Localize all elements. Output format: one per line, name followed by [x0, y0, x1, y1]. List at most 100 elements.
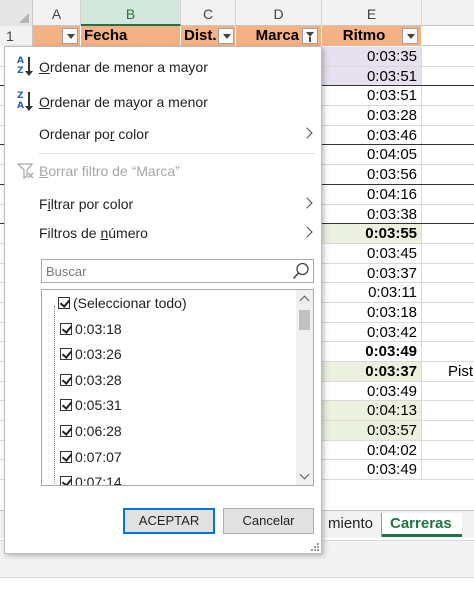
search-input[interactable] — [42, 260, 287, 282]
ritmo-cell[interactable]: 0:03:38 — [320, 204, 422, 224]
extra-cell[interactable] — [422, 86, 474, 105]
row-number-1[interactable]: 1 — [0, 26, 33, 46]
filter-button-dist[interactable] — [218, 28, 234, 44]
sort-descending-item[interactable]: Z A Ordenar de mayor a menor — [5, 87, 321, 117]
select-all-corner[interactable] — [0, 0, 33, 26]
list-item[interactable]: 0:03:28 — [42, 369, 292, 391]
column-header-d[interactable]: D — [236, 0, 322, 26]
list-item[interactable]: 0:06:28 — [42, 420, 292, 442]
number-filters-item[interactable]: Filtros de número — [5, 218, 321, 248]
extra-cell[interactable] — [422, 323, 474, 342]
checkbox-checked-icon[interactable] — [60, 399, 72, 412]
ritmo-cell[interactable]: 0:03:11 — [320, 283, 422, 302]
extra-cell[interactable] — [422, 224, 474, 243]
checkbox-checked-icon[interactable] — [58, 297, 70, 309]
filter-button-marca[interactable] — [302, 28, 318, 44]
header-cell-ritmo[interactable]: Ritmo — [322, 26, 422, 46]
checkbox-checked-icon[interactable] — [60, 476, 72, 485]
checkbox-checked-icon[interactable] — [60, 373, 72, 386]
extra-cell[interactable] — [422, 205, 474, 224]
filter-button-ritmo[interactable] — [402, 28, 418, 44]
column-header-f[interactable] — [422, 0, 474, 26]
ritmo-cell[interactable]: 0:03:51 — [320, 66, 422, 86]
filter-by-color-item[interactable]: Filtrar por color — [5, 189, 321, 219]
column-header-c[interactable]: C — [181, 0, 236, 26]
scroll-thumb[interactable] — [299, 310, 310, 330]
ritmo-cell[interactable]: 0:03:49 — [320, 460, 422, 480]
ritmo-cell[interactable]: 0:03:35 — [320, 47, 422, 66]
checklist-scrollbar[interactable] — [296, 290, 313, 485]
ritmo-cell[interactable]: 0:03:55 — [320, 224, 422, 243]
header-ritmo-label: Ritmo — [342, 27, 386, 44]
dropdown-arrow-icon — [223, 34, 231, 39]
clear-filter-icon — [17, 163, 34, 180]
ritmo-cell[interactable]: 0:03:28 — [320, 106, 422, 125]
cancel-button[interactable]: Cancelar — [223, 508, 314, 534]
ritmo-cell[interactable]: 0:03:51 — [320, 86, 422, 106]
checkbox-checked-icon[interactable] — [60, 450, 72, 463]
checkbox-checked-icon[interactable] — [60, 425, 72, 437]
extra-cell[interactable] — [422, 47, 474, 66]
sheet-tab-carreras[interactable]: Carreras — [382, 513, 462, 537]
number-filters-label-a: Filtros de — [39, 225, 101, 241]
ritmo-cell[interactable]: 0:03:37 — [320, 362, 422, 381]
list-item-label: 0:03:18 — [75, 320, 122, 337]
sort-by-color-item[interactable]: Ordenar por color — [5, 119, 321, 149]
column-header-e[interactable]: E — [322, 0, 422, 26]
accept-button[interactable]: ACEPTAR — [123, 508, 215, 534]
extra-cell[interactable]: Pist — [422, 362, 474, 381]
header-cell-fecha[interactable]: Fecha — [81, 26, 181, 46]
header-cell-a[interactable] — [33, 26, 81, 46]
ritmo-cell[interactable]: 0:03:49 — [320, 381, 422, 401]
filter-button-a[interactable] — [62, 28, 78, 44]
resize-grip-icon[interactable] — [309, 541, 319, 551]
extra-cell[interactable] — [422, 382, 474, 401]
list-item[interactable]: 0:07:07 — [42, 446, 292, 468]
extra-cell[interactable] — [422, 106, 474, 125]
column-header-a[interactable]: A — [33, 0, 81, 26]
checkbox-checked-icon[interactable] — [60, 348, 72, 361]
extra-cell[interactable] — [422, 264, 474, 283]
clear-filter-item[interactable]: Borrar filtro de “Marca” — [5, 156, 321, 186]
extra-cell[interactable] — [422, 185, 474, 204]
extra-cell[interactable] — [422, 244, 474, 263]
extra-cell[interactable] — [422, 283, 474, 302]
extra-cell[interactable] — [422, 303, 474, 322]
ritmo-cell[interactable]: 0:04:16 — [320, 184, 422, 204]
ritmo-cell[interactable]: 0:03:49 — [320, 342, 422, 361]
list-item[interactable]: 0:07:14 — [42, 471, 292, 485]
checkbox-checked-icon[interactable] — [60, 322, 72, 335]
column-header-b[interactable]: B — [81, 0, 181, 26]
header-cell-dist[interactable]: Dist. — [181, 26, 236, 46]
list-item[interactable]: 0:03:18 — [42, 318, 292, 340]
extra-cell[interactable] — [422, 401, 474, 420]
chevron-right-icon — [301, 127, 313, 139]
scroll-up-icon[interactable] — [296, 290, 313, 307]
extra-cell[interactable] — [422, 460, 474, 479]
search-icon[interactable] — [292, 262, 310, 280]
extra-cell[interactable] — [422, 441, 474, 460]
extra-cell[interactable] — [422, 342, 474, 361]
list-item[interactable]: 0:05:31 — [42, 394, 292, 416]
extra-cell[interactable] — [422, 145, 474, 164]
ritmo-cell[interactable]: 0:03:57 — [320, 421, 422, 440]
ritmo-cell[interactable]: 0:03:56 — [320, 165, 422, 184]
extra-cell[interactable] — [422, 126, 474, 145]
ritmo-cell[interactable]: 0:03:37 — [320, 263, 422, 283]
ritmo-cell[interactable]: 0:04:13 — [320, 401, 422, 421]
list-item[interactable]: 0:03:26 — [42, 343, 292, 365]
extra-cell[interactable] — [422, 165, 474, 184]
ritmo-cell[interactable]: 0:03:45 — [320, 243, 422, 263]
ritmo-cell[interactable]: 0:04:05 — [320, 145, 422, 165]
extra-cell[interactable] — [422, 421, 474, 440]
sheet-tab-entrenamiento[interactable]: miento — [320, 513, 382, 537]
ritmo-cell[interactable]: 0:03:18 — [320, 302, 422, 322]
ritmo-cell[interactable]: 0:03:46 — [320, 125, 422, 145]
select-all-item[interactable]: (Seleccionar todo) — [42, 292, 292, 314]
scroll-down-icon[interactable] — [296, 468, 313, 485]
ritmo-cell[interactable]: 0:04:02 — [320, 440, 422, 460]
header-cell-marca[interactable]: Marca — [236, 26, 322, 46]
extra-cell[interactable] — [422, 67, 474, 86]
ritmo-cell[interactable]: 0:03:42 — [320, 322, 422, 342]
sort-ascending-item[interactable]: A Z Ordenar de menor a mayor — [5, 52, 321, 82]
